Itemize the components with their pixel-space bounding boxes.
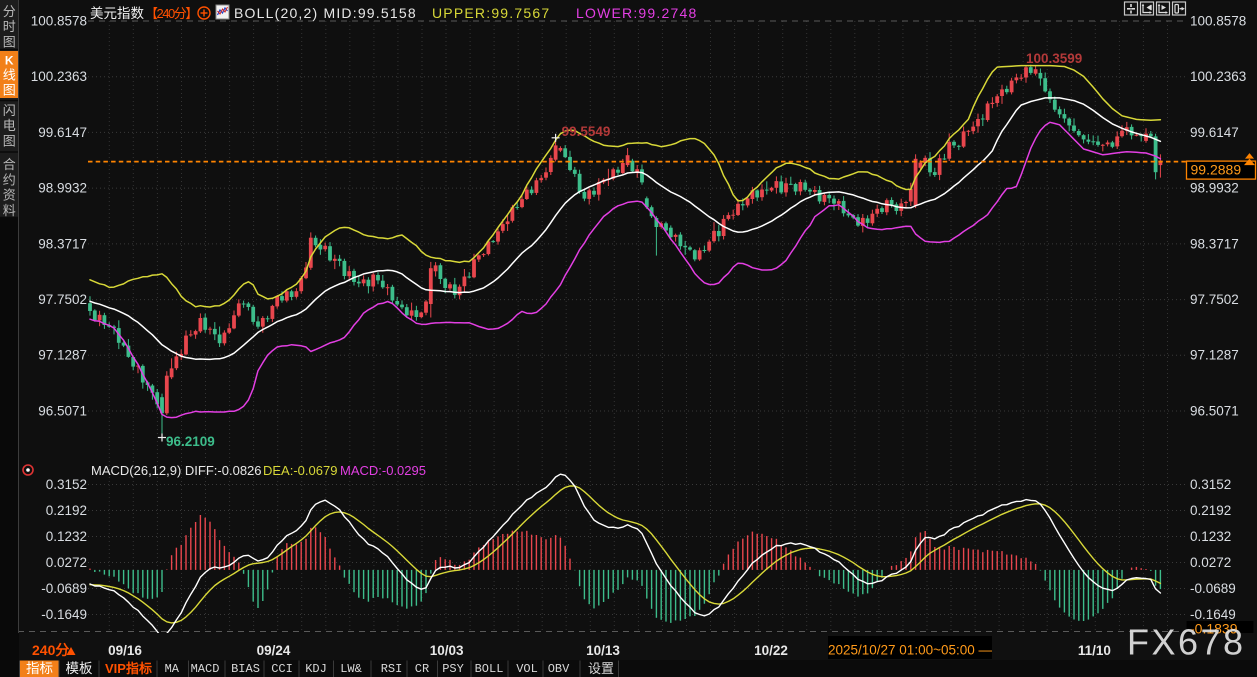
svg-text:UPPER:99.7567: UPPER:99.7567: [432, 5, 550, 21]
svg-text:设置: 设置: [588, 661, 614, 676]
svg-text:96.5071: 96.5071: [1190, 403, 1239, 418]
svg-text:资: 资: [3, 188, 16, 203]
svg-text:分: 分: [3, 4, 16, 19]
svg-text:BIAS: BIAS: [231, 662, 260, 676]
svg-text:电: 电: [3, 118, 16, 133]
svg-text:MACD: MACD: [191, 662, 220, 676]
svg-text:BOLL(20,2) MID:99.5158: BOLL(20,2) MID:99.5158: [234, 5, 417, 21]
svg-text:KDJ: KDJ: [305, 662, 327, 676]
svg-text:97.1287: 97.1287: [38, 348, 87, 363]
svg-text:时: 时: [3, 19, 16, 34]
svg-text:98.3717: 98.3717: [1190, 236, 1239, 251]
svg-text:线: 线: [3, 68, 16, 83]
svg-text:98.3717: 98.3717: [38, 236, 87, 251]
svg-text:99.6147: 99.6147: [1190, 125, 1239, 140]
svg-text:VOL: VOL: [516, 662, 538, 676]
svg-text:CCI: CCI: [271, 662, 293, 676]
svg-text:98.9932: 98.9932: [38, 181, 87, 196]
svg-text:-0.1649: -0.1649: [41, 607, 87, 622]
svg-text:0.0272: 0.0272: [46, 555, 87, 570]
svg-text:100.8578: 100.8578: [1190, 14, 1246, 29]
svg-text:指标: 指标: [26, 661, 53, 676]
svg-text:CR: CR: [415, 662, 429, 676]
svg-text:96.2109: 96.2109: [166, 434, 215, 449]
svg-text:10/22: 10/22: [754, 643, 788, 658]
svg-text:11/10: 11/10: [1078, 643, 1111, 658]
svg-text:K: K: [5, 54, 14, 68]
svg-text:约: 约: [3, 172, 16, 187]
svg-text:100.2363: 100.2363: [31, 69, 87, 84]
svg-text:0.3152: 0.3152: [1190, 477, 1231, 492]
svg-text:0.1232: 0.1232: [46, 529, 87, 544]
svg-text:0.0272: 0.0272: [1190, 555, 1231, 570]
svg-text:模板: 模板: [66, 661, 93, 676]
svg-text:料: 料: [3, 203, 16, 218]
svg-text:99.6147: 99.6147: [38, 125, 87, 140]
svg-text:RSI: RSI: [381, 662, 403, 676]
svg-text:0.1232: 0.1232: [1190, 529, 1231, 544]
svg-text:VIP指标: VIP指标: [105, 661, 152, 676]
svg-text:图: 图: [3, 133, 16, 148]
svg-text:0.2192: 0.2192: [46, 503, 87, 518]
svg-text:美元指数: 美元指数: [90, 6, 144, 21]
svg-text:图: 图: [3, 83, 16, 98]
svg-text:-0.0689: -0.0689: [1190, 581, 1236, 596]
svg-text:LW&: LW&: [340, 662, 362, 676]
svg-text:100.2363: 100.2363: [1190, 69, 1246, 84]
svg-text:100.8578: 100.8578: [31, 14, 87, 29]
svg-text:97.7502: 97.7502: [1190, 292, 1239, 307]
svg-text:【240分】: 【240分】: [145, 6, 197, 21]
svg-text:99.2889: 99.2889: [1191, 162, 1242, 178]
svg-text:100.3599: 100.3599: [1026, 51, 1082, 66]
svg-text:98.9932: 98.9932: [1190, 181, 1239, 196]
svg-text:闪: 闪: [3, 103, 16, 118]
svg-text:0.2192: 0.2192: [1190, 503, 1231, 518]
svg-text:97.1287: 97.1287: [1190, 348, 1239, 363]
svg-text:09/24: 09/24: [257, 643, 291, 658]
svg-text:LOWER:99.2748: LOWER:99.2748: [576, 5, 697, 21]
svg-text:PSY: PSY: [442, 662, 464, 676]
svg-text:10/13: 10/13: [586, 643, 620, 658]
svg-text:MACD:-0.0295: MACD:-0.0295: [340, 463, 426, 478]
svg-text:09/16: 09/16: [108, 643, 142, 658]
svg-text:99.5549: 99.5549: [562, 124, 611, 139]
svg-text:FX678: FX678: [1127, 622, 1246, 663]
svg-text:图: 图: [3, 34, 16, 49]
svg-text:97.7502: 97.7502: [38, 292, 87, 307]
svg-text:10/03: 10/03: [430, 643, 464, 658]
svg-text:2025/10/27 01:00~05:00 —: 2025/10/27 01:00~05:00 —: [828, 643, 993, 658]
svg-text:BOLL: BOLL: [475, 662, 504, 676]
svg-text:DEA:-0.0679: DEA:-0.0679: [263, 463, 337, 478]
svg-text:OBV: OBV: [548, 662, 570, 676]
svg-text:240分: 240分: [32, 642, 69, 658]
svg-text:MACD(26,12,9) DIFF:-0.0826: MACD(26,12,9) DIFF:-0.0826: [91, 463, 262, 478]
svg-text:-0.0689: -0.0689: [41, 581, 87, 596]
svg-text:合: 合: [3, 157, 16, 172]
svg-text:MA: MA: [165, 662, 180, 676]
svg-text:0.3152: 0.3152: [46, 477, 87, 492]
svg-text:96.5071: 96.5071: [38, 403, 87, 418]
